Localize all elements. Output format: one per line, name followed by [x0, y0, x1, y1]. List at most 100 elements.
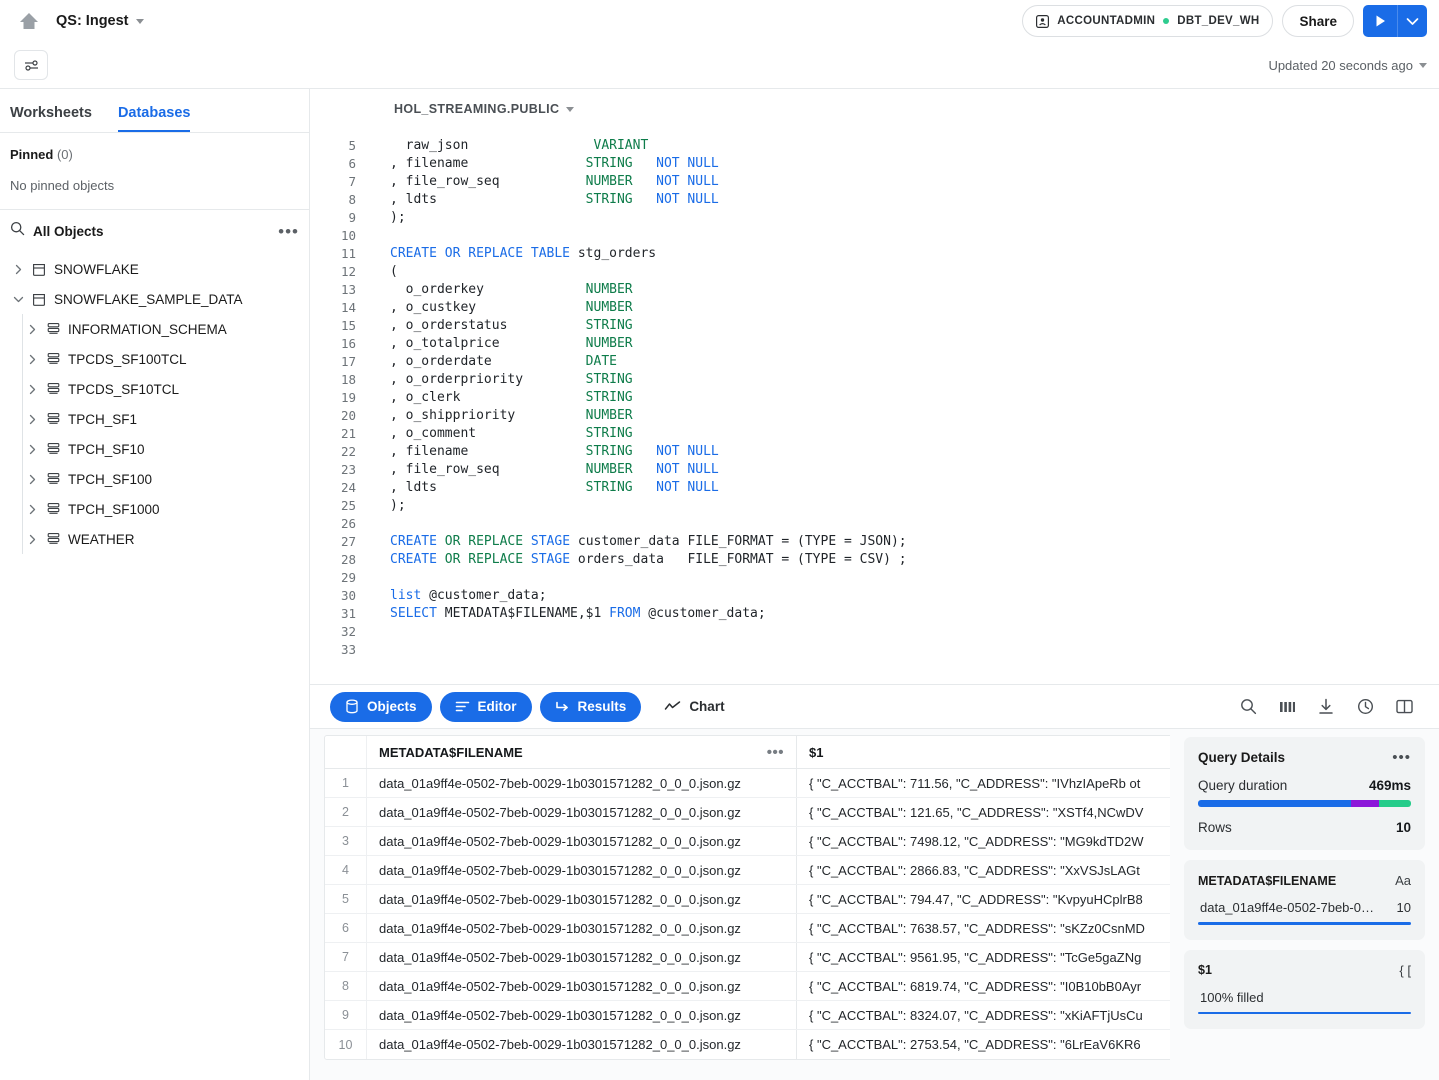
code-line[interactable]: 22, filename STRING NOT NULL — [310, 443, 1439, 461]
sql-code[interactable]: 5 raw_json VARIANT6, filename STRING NOT… — [310, 137, 1439, 659]
tree-item-snowflake[interactable]: SNOWFLAKE — [0, 254, 309, 284]
code-line[interactable]: 7, file_row_seq NUMBER NOT NULL — [310, 173, 1439, 191]
table-row[interactable]: 3data_01a9ff4e-0502-7beb-0029-1b03015712… — [325, 827, 1170, 856]
tab-editor[interactable]: Editor — [440, 692, 532, 722]
home-icon[interactable] — [14, 6, 44, 36]
code-line[interactable]: 9); — [310, 209, 1439, 227]
download-icon[interactable] — [1315, 696, 1337, 718]
run-options-button[interactable] — [1397, 5, 1427, 37]
all-objects-label[interactable]: All Objects — [33, 224, 104, 239]
cell-metadata-filename[interactable]: data_01a9ff4e-0502-7beb-0029-1b030157128… — [367, 827, 797, 855]
tree-item-weather[interactable]: WEATHER — [0, 524, 309, 554]
table-row[interactable]: 9data_01a9ff4e-0502-7beb-0029-1b03015712… — [325, 1001, 1170, 1030]
sliders-icon[interactable] — [14, 50, 48, 80]
tree-item-snowflake_sample_data[interactable]: SNOWFLAKE_SAMPLE_DATA — [0, 284, 309, 314]
chevron-right-icon[interactable] — [22, 504, 42, 515]
tab-chart[interactable]: Chart — [649, 692, 739, 722]
ellipsis-icon[interactable]: ••• — [278, 223, 299, 240]
database-context-label[interactable]: HOL_STREAMING.PUBLIC — [394, 102, 559, 116]
tree-item-tpch_sf1000[interactable]: TPCH_SF1000 — [0, 494, 309, 524]
worksheet-title[interactable]: QS: Ingest — [56, 13, 144, 29]
code-line[interactable]: 13 o_orderkey NUMBER — [310, 281, 1439, 299]
cell-dollar1[interactable]: { "C_ACCTBAL": 7498.12, "C_ADDRESS": "MG… — [797, 827, 1170, 855]
chevron-right-icon[interactable] — [22, 474, 42, 485]
cell-dollar1[interactable]: { "C_ACCTBAL": 9561.95, "C_ADDRESS": "Tc… — [797, 943, 1170, 971]
cell-dollar1[interactable]: { "C_ACCTBAL": 121.65, "C_ADDRESS": "XST… — [797, 798, 1170, 826]
tree-item-tpcds_sf10tcl[interactable]: TPCDS_SF10TCL — [0, 374, 309, 404]
code-line[interactable]: 23, file_row_seq NUMBER NOT NULL — [310, 461, 1439, 479]
table-row[interactable]: 5data_01a9ff4e-0502-7beb-0029-1b03015712… — [325, 885, 1170, 914]
column-header-dollar1[interactable]: $1 — [797, 736, 1170, 768]
code-line[interactable]: 15, o_orderstatus STRING — [310, 317, 1439, 335]
cell-metadata-filename[interactable]: data_01a9ff4e-0502-7beb-0029-1b030157128… — [367, 914, 797, 942]
cell-dollar1[interactable]: { "C_ACCTBAL": 6819.74, "C_ADDRESS": "I0… — [797, 972, 1170, 1000]
chevron-right-icon[interactable] — [22, 414, 42, 425]
column-header-metadata-filename[interactable]: METADATA$FILENAME ••• — [367, 736, 797, 768]
results-grid[interactable]: METADATA$FILENAME ••• $1 1data_01a9ff4e-… — [324, 735, 1170, 1060]
code-line[interactable]: 6, filename STRING NOT NULL — [310, 155, 1439, 173]
tree-item-tpcds_sf100tcl[interactable]: TPCDS_SF100TCL — [0, 344, 309, 374]
table-row[interactable]: 7data_01a9ff4e-0502-7beb-0029-1b03015712… — [325, 943, 1170, 972]
chevron-down-icon[interactable] — [566, 107, 574, 112]
code-line[interactable]: 33 — [310, 641, 1439, 659]
code-line[interactable]: 24, ldts STRING NOT NULL — [310, 479, 1439, 497]
tab-results[interactable]: Results — [540, 692, 642, 722]
chevron-right-icon[interactable] — [22, 444, 42, 455]
tree-item-tpch_sf100[interactable]: TPCH_SF100 — [0, 464, 309, 494]
code-line[interactable]: 16, o_totalprice NUMBER — [310, 335, 1439, 353]
code-line[interactable]: 17, o_orderdate DATE — [310, 353, 1439, 371]
code-line[interactable]: 10 — [310, 227, 1439, 245]
split-panel-icon[interactable] — [1393, 696, 1415, 718]
cell-dollar1[interactable]: { "C_ACCTBAL": 8324.07, "C_ADDRESS": "xK… — [797, 1001, 1170, 1029]
history-icon[interactable] — [1354, 696, 1376, 718]
code-line[interactable]: 31SELECT METADATA$FILENAME,$1 FROM @cust… — [310, 605, 1439, 623]
cell-dollar1[interactable]: { "C_ACCTBAL": 711.56, "C_ADDRESS": "IVh… — [797, 769, 1170, 797]
search-icon[interactable] — [10, 221, 25, 241]
table-row[interactable]: 1data_01a9ff4e-0502-7beb-0029-1b03015712… — [325, 769, 1170, 798]
cell-dollar1[interactable]: { "C_ACCTBAL": 7638.57, "C_ADDRESS": "sK… — [797, 914, 1170, 942]
code-line[interactable]: 11CREATE OR REPLACE TABLE stg_orders — [310, 245, 1439, 263]
tree-item-tpch_sf1[interactable]: TPCH_SF1 — [0, 404, 309, 434]
cell-metadata-filename[interactable]: data_01a9ff4e-0502-7beb-0029-1b030157128… — [367, 943, 797, 971]
ellipsis-icon[interactable]: ••• — [767, 745, 784, 760]
cell-metadata-filename[interactable]: data_01a9ff4e-0502-7beb-0029-1b030157128… — [367, 856, 797, 884]
cell-metadata-filename[interactable]: data_01a9ff4e-0502-7beb-0029-1b030157128… — [367, 798, 797, 826]
sql-editor[interactable]: 5 raw_json VARIANT6, filename STRING NOT… — [310, 129, 1439, 684]
role-warehouse-pill[interactable]: ACCOUNTADMIN DBT_DEV_WH — [1022, 5, 1273, 37]
code-line[interactable]: 12( — [310, 263, 1439, 281]
share-button[interactable]: Share — [1282, 5, 1354, 37]
cell-dollar1[interactable]: { "C_ACCTBAL": 794.47, "C_ADDRESS": "Kvp… — [797, 885, 1170, 913]
chevron-down-icon[interactable] — [8, 295, 28, 304]
tab-objects[interactable]: Objects — [330, 692, 432, 722]
cell-dollar1[interactable]: { "C_ACCTBAL": 2753.54, "C_ADDRESS": "6L… — [797, 1030, 1170, 1059]
chevron-right-icon[interactable] — [8, 264, 28, 275]
code-line[interactable]: 18, o_orderpriority STRING — [310, 371, 1439, 389]
code-line[interactable]: 27CREATE OR REPLACE STAGE customer_data … — [310, 533, 1439, 551]
code-line[interactable]: 20, o_shippriority NUMBER — [310, 407, 1439, 425]
chevron-right-icon[interactable] — [22, 354, 42, 365]
code-line[interactable]: 28CREATE OR REPLACE STAGE orders_data FI… — [310, 551, 1439, 569]
code-line[interactable]: 32 — [310, 623, 1439, 641]
cell-metadata-filename[interactable]: data_01a9ff4e-0502-7beb-0029-1b030157128… — [367, 885, 797, 913]
tree-item-information_schema[interactable]: INFORMATION_SCHEMA — [0, 314, 309, 344]
search-icon[interactable] — [1237, 696, 1259, 718]
chevron-right-icon[interactable] — [22, 384, 42, 395]
code-line[interactable]: 14, o_custkey NUMBER — [310, 299, 1439, 317]
code-line[interactable]: 5 raw_json VARIANT — [310, 137, 1439, 155]
chevron-right-icon[interactable] — [22, 534, 42, 545]
ellipsis-icon[interactable]: ••• — [1392, 750, 1411, 765]
code-line[interactable]: 25); — [310, 497, 1439, 515]
code-line[interactable]: 21, o_comment STRING — [310, 425, 1439, 443]
cell-metadata-filename[interactable]: data_01a9ff4e-0502-7beb-0029-1b030157128… — [367, 769, 797, 797]
tab-databases[interactable]: Databases — [118, 105, 191, 132]
table-row[interactable]: 10data_01a9ff4e-0502-7beb-0029-1b0301571… — [325, 1030, 1170, 1059]
code-line[interactable]: 30list @customer_data; — [310, 587, 1439, 605]
code-line[interactable]: 8, ldts STRING NOT NULL — [310, 191, 1439, 209]
table-row[interactable]: 4data_01a9ff4e-0502-7beb-0029-1b03015712… — [325, 856, 1170, 885]
table-row[interactable]: 2data_01a9ff4e-0502-7beb-0029-1b03015712… — [325, 798, 1170, 827]
cell-metadata-filename[interactable]: data_01a9ff4e-0502-7beb-0029-1b030157128… — [367, 1030, 797, 1059]
tab-worksheets[interactable]: Worksheets — [10, 105, 92, 132]
columns-icon[interactable] — [1276, 696, 1298, 718]
run-button[interactable] — [1363, 5, 1397, 37]
code-line[interactable]: 26 — [310, 515, 1439, 533]
